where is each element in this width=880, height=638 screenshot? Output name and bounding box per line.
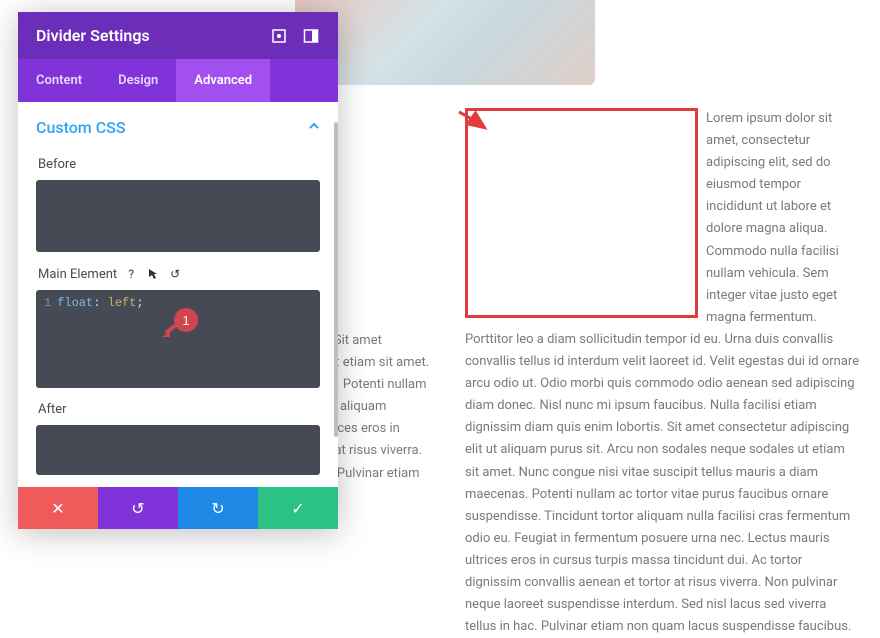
settings-tabs: Content Design Advanced	[18, 59, 338, 102]
panel-body: Custom CSS Before Main Element ? ↺ 1floa…	[18, 102, 338, 487]
hero-image	[295, 0, 595, 85]
redo-button[interactable]: ↻	[178, 487, 258, 529]
hover-icon[interactable]	[145, 266, 161, 282]
reset-icon[interactable]: ↺	[167, 266, 183, 282]
annotation-arrow	[455, 108, 495, 138]
cancel-button[interactable]: ✕	[18, 487, 98, 529]
check-icon: ✓	[291, 499, 304, 518]
badge-number: 1	[182, 313, 189, 328]
undo-icon: ↺	[131, 499, 144, 518]
section-title: Custom CSS	[36, 118, 126, 137]
tab-advanced[interactable]: Advanced	[176, 59, 270, 102]
label-main: Main Element ? ↺	[38, 266, 320, 282]
snap-panel-icon[interactable]	[302, 27, 320, 45]
header-icons	[270, 27, 320, 45]
label-before: Before	[38, 157, 320, 172]
label-main-text: Main Element	[38, 267, 117, 282]
label-after: After	[38, 402, 320, 417]
action-bar: ✕ ↺ ↻ ✓	[18, 487, 338, 529]
chevron-up-icon[interactable]	[308, 120, 320, 136]
divider-module-highlight	[465, 108, 698, 318]
panel-title: Divider Settings	[36, 26, 150, 45]
css-after-input[interactable]	[36, 425, 320, 475]
section-header[interactable]: Custom CSS	[36, 118, 320, 147]
right-content-column: Lorem ipsum dolor sit amet, consectetur …	[465, 108, 860, 638]
undo-button[interactable]: ↺	[98, 487, 178, 529]
close-icon: ✕	[51, 499, 64, 518]
expand-icon[interactable]	[270, 27, 288, 45]
annotation-badge-1: 1	[158, 305, 192, 339]
panel-scrollbar[interactable]	[334, 122, 338, 437]
redo-icon: ↻	[211, 499, 224, 518]
module-settings-panel: Divider Settings Content Design Advanced…	[18, 12, 338, 529]
css-before-input[interactable]	[36, 180, 320, 252]
save-button[interactable]: ✓	[258, 487, 338, 529]
label-before-text: Before	[38, 157, 76, 172]
panel-header: Divider Settings	[18, 12, 338, 59]
tab-design[interactable]: Design	[100, 59, 176, 102]
label-after-text: After	[38, 402, 67, 417]
tab-content[interactable]: Content	[18, 59, 100, 102]
help-icon[interactable]: ?	[123, 266, 139, 282]
